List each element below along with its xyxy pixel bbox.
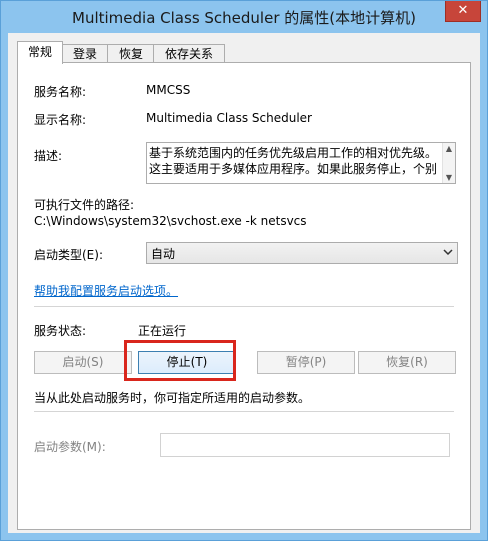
close-icon: ✕: [457, 3, 469, 18]
service-name-value: MMCSS: [146, 83, 191, 97]
startup-type-select[interactable]: 自动: [146, 242, 458, 264]
description-label: 描述:: [34, 149, 63, 163]
description-scrollbar[interactable]: ▲ ▼: [442, 143, 455, 183]
tab-recovery[interactable]: 恢复: [107, 44, 155, 63]
display-name-label: 显示名称:: [34, 113, 87, 127]
close-button[interactable]: ✕: [445, 1, 481, 22]
tab-dependencies[interactable]: 依存关系: [153, 44, 225, 63]
scroll-up-icon[interactable]: ▲: [443, 144, 455, 153]
service-name-label: 服务名称:: [34, 85, 87, 99]
start-params-input[interactable]: [160, 433, 450, 457]
window-title: Multimedia Class Scheduler 的属性(本地计算机): [72, 9, 416, 27]
startup-type-label: 启动类型(E):: [34, 248, 103, 262]
general-panel: 服务名称: MMCSS 显示名称: Multimedia Class Sched…: [17, 62, 471, 530]
dialog-body: 常规 登录 恢复 依存关系 服务名称: MMCSS 显示名称: Multimed…: [8, 33, 480, 533]
separator-1: [34, 306, 454, 307]
startup-type-value: 自动: [151, 247, 176, 261]
start-params-hint: 当从此处启动服务时，你可指定所适用的启动参数。: [34, 391, 311, 405]
path-value: C:\Windows\system32\svchost.exe -k netsv…: [34, 214, 307, 228]
description-text: 基于系统范围内的任务优先级启用工作的相对优先级。这主要适用于多媒体应用程序。如果…: [149, 146, 438, 176]
title-bar[interactable]: Multimedia Class Scheduler 的属性(本地计算机) ✕: [1, 1, 487, 33]
scroll-down-icon[interactable]: ▼: [443, 173, 455, 182]
start-params-label: 启动参数(M):: [34, 440, 106, 454]
description-box[interactable]: 基于系统范围内的任务优先级启用工作的相对优先级。这主要适用于多媒体应用程序。如果…: [146, 142, 456, 184]
help-link[interactable]: 帮助我配置服务启动选项。: [34, 282, 178, 299]
tab-general[interactable]: 常规: [17, 41, 63, 64]
status-label: 服务状态:: [34, 324, 87, 338]
highlight-box: [124, 340, 236, 381]
properties-window: Multimedia Class Scheduler 的属性(本地计算机) ✕ …: [0, 0, 488, 541]
pause-button[interactable]: 暂停(P): [257, 351, 355, 374]
tab-logon[interactable]: 登录: [61, 44, 109, 63]
status-value: 正在运行: [138, 324, 187, 338]
separator-2: [34, 411, 454, 412]
chevron-down-icon: [443, 249, 453, 256]
display-name-value: Multimedia Class Scheduler: [146, 111, 312, 125]
resume-button[interactable]: 恢复(R): [358, 351, 456, 374]
path-label: 可执行文件的路径:: [34, 198, 135, 212]
start-button[interactable]: 启动(S): [34, 351, 132, 374]
